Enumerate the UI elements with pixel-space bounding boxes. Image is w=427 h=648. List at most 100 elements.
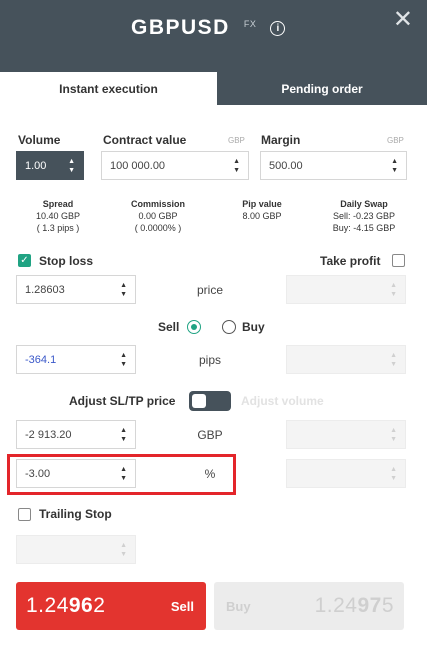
swap-buy: Buy: -4.15 GBP <box>332 223 396 233</box>
margin-value: 500.00 <box>269 159 303 172</box>
buy-price-post: 5 <box>381 594 394 617</box>
chevron-down-icon[interactable]: ▼ <box>120 550 127 559</box>
buy-button[interactable]: Buy 1.24975 <box>214 582 404 630</box>
stop-loss-price-value: 1.28603 <box>25 283 65 296</box>
take-profit-label: Take profit <box>320 254 381 268</box>
chevron-down-icon[interactable]: ▼ <box>390 290 397 299</box>
chevron-up-icon[interactable]: ▲ <box>120 541 127 550</box>
buy-price: 1.24975 <box>315 594 394 618</box>
percent-row-label: % <box>204 467 216 481</box>
chevron-up-icon[interactable]: ▲ <box>390 351 397 360</box>
stop-loss-percent-stepper[interactable]: -3.00 ▲ ▼ <box>16 459 136 488</box>
chevron-up-icon[interactable]: ▲ <box>390 465 397 474</box>
volume-label: Volume <box>18 133 61 147</box>
sell-price-post: 2 <box>93 594 106 617</box>
take-profit-price-stepper[interactable]: ▲ ▼ <box>286 275 406 304</box>
symbol-title: GBPUSD <box>131 16 230 39</box>
chevron-down-icon[interactable]: ▼ <box>391 166 398 175</box>
contract-spinner[interactable]: ▲ ▼ <box>233 157 240 175</box>
chevron-up-icon[interactable]: ▲ <box>390 281 397 290</box>
trailing-stop-spinner[interactable]: ▲ ▼ <box>120 541 127 559</box>
contract-currency: GBP <box>228 136 245 145</box>
volume-spinner[interactable]: ▲ ▼ <box>68 157 75 175</box>
volume-stepper[interactable]: 1.00 ▲ ▼ <box>16 151 84 180</box>
adjust-mode-toggle[interactable] <box>189 391 231 411</box>
trailing-stop-label: Trailing Stop <box>39 507 112 521</box>
chevron-up-icon[interactable]: ▲ <box>391 157 398 166</box>
tab-instant-execution[interactable]: Instant execution <box>0 72 217 105</box>
commission-stat: Commission 0.00 GBP ( 0.0000% ) <box>118 198 198 234</box>
margin-spinner[interactable]: ▲ ▼ <box>391 157 398 175</box>
title-bar: GBPUSD FX i <box>131 14 286 42</box>
daily-swap-label: Daily Swap <box>340 199 388 209</box>
contract-value-stepper[interactable]: 100 000.00 ▲ ▼ <box>101 151 249 180</box>
spread-value: 10.40 GBP <box>35 211 81 221</box>
stop-loss-price-spinner[interactable]: ▲ ▼ <box>120 281 127 299</box>
market-badge: FX <box>243 19 257 29</box>
take-profit-checkbox[interactable] <box>392 254 405 267</box>
take-profit-percent-stepper[interactable]: ▲ ▼ <box>286 459 406 488</box>
contract-value: 100 000.00 <box>110 159 166 172</box>
stop-loss-percent-spinner[interactable]: ▲ ▼ <box>120 465 127 483</box>
take-profit-pips-stepper[interactable]: ▲ ▼ <box>286 345 406 374</box>
margin-currency: GBP <box>387 136 404 145</box>
gbp-row-label: GBP <box>197 428 223 442</box>
chevron-down-icon[interactable]: ▼ <box>233 166 240 175</box>
take-profit-gbp-stepper[interactable]: ▲ ▼ <box>286 420 406 449</box>
stop-loss-gbp-stepper[interactable]: -2 913.20 ▲ ▼ <box>16 420 136 449</box>
pip-value-value: 8.00 GBP <box>242 211 282 221</box>
take-profit-pips-spinner[interactable]: ▲ ▼ <box>390 351 397 369</box>
chevron-down-icon[interactable]: ▼ <box>390 360 397 369</box>
close-icon[interactable]: ✕ <box>393 8 413 32</box>
take-profit-price-spinner[interactable]: ▲ ▼ <box>390 281 397 299</box>
chevron-up-icon[interactable]: ▲ <box>120 426 127 435</box>
buy-price-big: 97 <box>357 594 382 617</box>
buy-radio[interactable] <box>222 320 236 334</box>
pip-value-stat: Pip value 8.00 GBP <box>222 198 302 222</box>
stop-loss-price-stepper[interactable]: 1.28603 ▲ ▼ <box>16 275 136 304</box>
sell-price: 1.24962 <box>26 594 105 618</box>
stop-loss-pips-spinner[interactable]: ▲ ▼ <box>120 351 127 369</box>
chevron-down-icon[interactable]: ▼ <box>120 474 127 483</box>
chevron-up-icon[interactable]: ▲ <box>120 281 127 290</box>
chevron-down-icon[interactable]: ▼ <box>120 360 127 369</box>
margin-label: Margin <box>261 133 301 147</box>
chevron-up-icon[interactable]: ▲ <box>68 157 75 166</box>
chevron-down-icon[interactable]: ▼ <box>390 474 397 483</box>
buy-radio-label: Buy <box>242 320 265 334</box>
chevron-down-icon[interactable]: ▼ <box>390 435 397 444</box>
trailing-stop-stepper[interactable]: ▲ ▼ <box>16 535 136 564</box>
price-row-label: price <box>196 283 223 297</box>
commission-percent: ( 0.0000% ) <box>134 223 182 233</box>
chevron-up-icon[interactable]: ▲ <box>390 426 397 435</box>
info-icon[interactable]: i <box>270 20 286 36</box>
stop-loss-pips-value: -364.1 <box>25 353 57 366</box>
sell-price-big: 96 <box>68 594 94 617</box>
chevron-up-icon[interactable]: ▲ <box>120 351 127 360</box>
chevron-down-icon[interactable]: ▼ <box>120 290 127 299</box>
sell-radio-label: Sell <box>158 320 180 334</box>
chevron-down-icon[interactable]: ▼ <box>120 435 127 444</box>
spread-label: Spread <box>42 199 74 209</box>
stop-loss-pips-stepper[interactable]: -364.1 ▲ ▼ <box>16 345 136 374</box>
take-profit-gbp-spinner[interactable]: ▲ ▼ <box>390 426 397 444</box>
buy-price-pre: 1.24 <box>314 594 358 617</box>
stop-loss-gbp-spinner[interactable]: ▲ ▼ <box>120 426 127 444</box>
sell-price-pre: 1.24 <box>26 594 69 617</box>
chevron-down-icon[interactable]: ▼ <box>68 166 75 175</box>
swap-sell: Sell: -0.23 GBP <box>332 211 396 221</box>
adjust-sl-tp-label: Adjust SL/TP price <box>69 394 176 408</box>
spread-pips: ( 1.3 pips ) <box>36 223 80 233</box>
chevron-up-icon[interactable]: ▲ <box>233 157 240 166</box>
stop-loss-checkbox[interactable]: ✓ <box>18 254 31 267</box>
sell-radio[interactable] <box>187 320 201 334</box>
stop-loss-gbp-value: -2 913.20 <box>25 428 72 441</box>
margin-stepper[interactable]: 500.00 ▲ ▼ <box>260 151 407 180</box>
buy-button-label: Buy <box>226 599 251 614</box>
sell-button[interactable]: 1.24962 Sell <box>16 582 206 630</box>
chevron-up-icon[interactable]: ▲ <box>120 465 127 474</box>
trailing-stop-checkbox[interactable] <box>18 508 31 521</box>
tab-pending-order[interactable]: Pending order <box>217 72 427 105</box>
take-profit-percent-spinner[interactable]: ▲ ▼ <box>390 465 397 483</box>
stop-loss-percent-value: -3.00 <box>25 467 51 480</box>
